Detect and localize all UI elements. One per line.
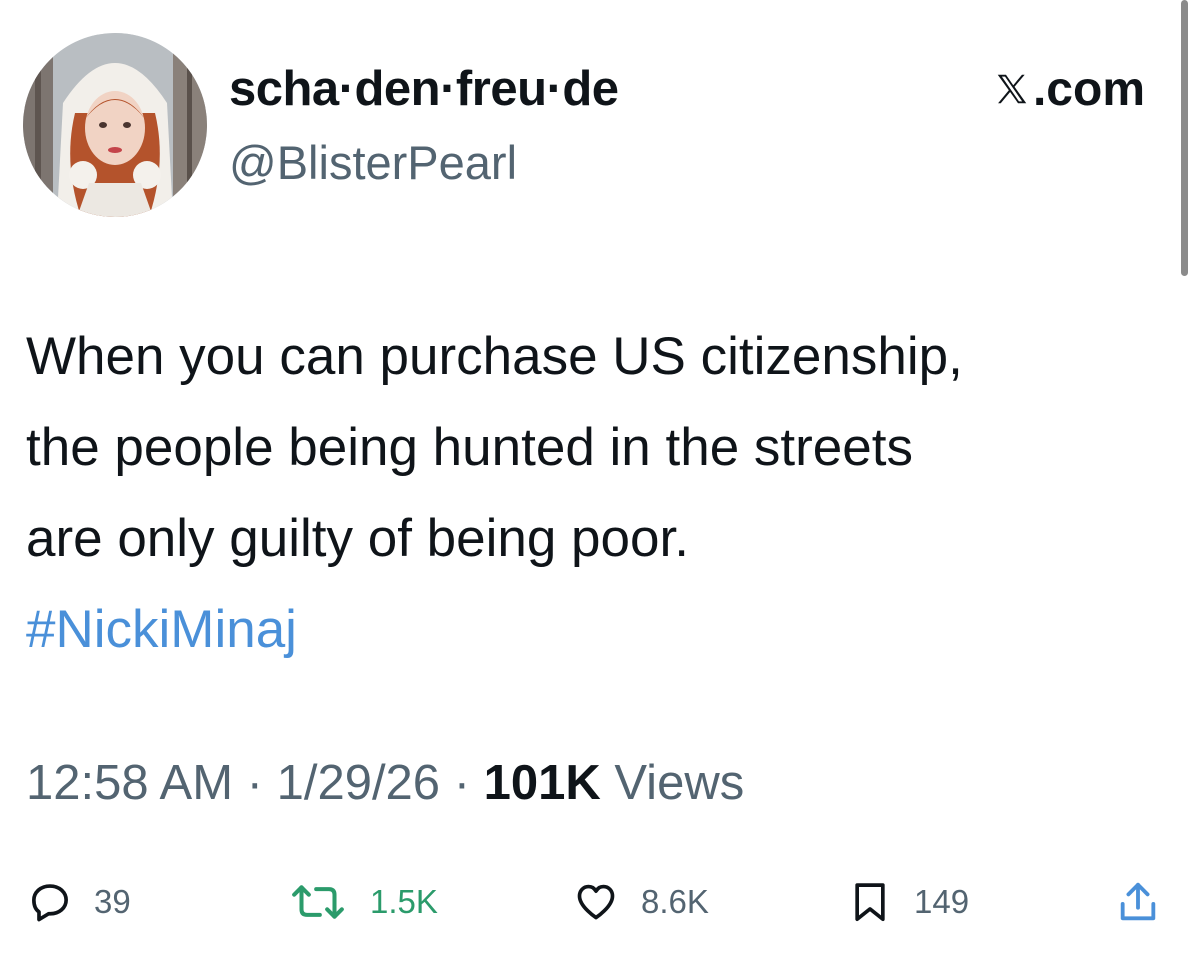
retweet-icon	[292, 885, 344, 919]
hashtag-link[interactable]: #NickiMinaj	[26, 584, 1176, 675]
display-name[interactable]: scha·den·freu·de	[229, 58, 619, 120]
avatar[interactable]	[23, 33, 207, 217]
retweet-button[interactable]: 1.5K	[288, 872, 438, 932]
share-button[interactable]	[1115, 872, 1161, 932]
bookmark-icon	[855, 883, 885, 922]
like-button[interactable]: 8.6K	[573, 872, 709, 932]
scrollbar[interactable]	[1181, 0, 1188, 276]
heart-icon	[577, 884, 615, 920]
views-count[interactable]: 101K	[484, 756, 601, 810]
tweet-meta: 12:58 AM · 1/29/26 · 101K Views	[26, 748, 744, 818]
brand-link[interactable]: .com	[993, 58, 1145, 120]
bookmark-count: 149	[914, 883, 970, 920]
brand-text: .com	[1032, 62, 1145, 116]
tweet-time[interactable]: 12:58 AM	[26, 756, 233, 810]
bookmark-button[interactable]: 149	[848, 872, 969, 932]
tweet-text: When you can purchase US citizenship, th…	[26, 311, 1176, 675]
retweet-count: 1.5K	[370, 883, 438, 920]
reply-count: 39	[94, 883, 131, 920]
reply-icon	[32, 884, 68, 922]
tweet-line: are only guilty of being poor.	[26, 509, 689, 568]
meta-separator: ·	[233, 756, 277, 810]
tweet-line: When you can purchase US citizenship,	[26, 327, 963, 386]
avatar-image	[23, 33, 207, 217]
user-handle[interactable]: @BlisterPearl	[229, 132, 517, 194]
meta-separator: ·	[440, 756, 484, 810]
views-label: Views	[600, 756, 745, 810]
tweet-line: the people being hunted in the streets	[26, 418, 913, 477]
x-logo-icon	[997, 74, 1027, 104]
action-bar: 39 1.5K 8.6K 149	[0, 872, 1200, 932]
share-icon	[1120, 882, 1156, 921]
reply-button[interactable]: 39	[28, 872, 131, 932]
like-count: 8.6K	[641, 883, 709, 920]
tweet-date[interactable]: 1/29/26	[277, 756, 441, 810]
